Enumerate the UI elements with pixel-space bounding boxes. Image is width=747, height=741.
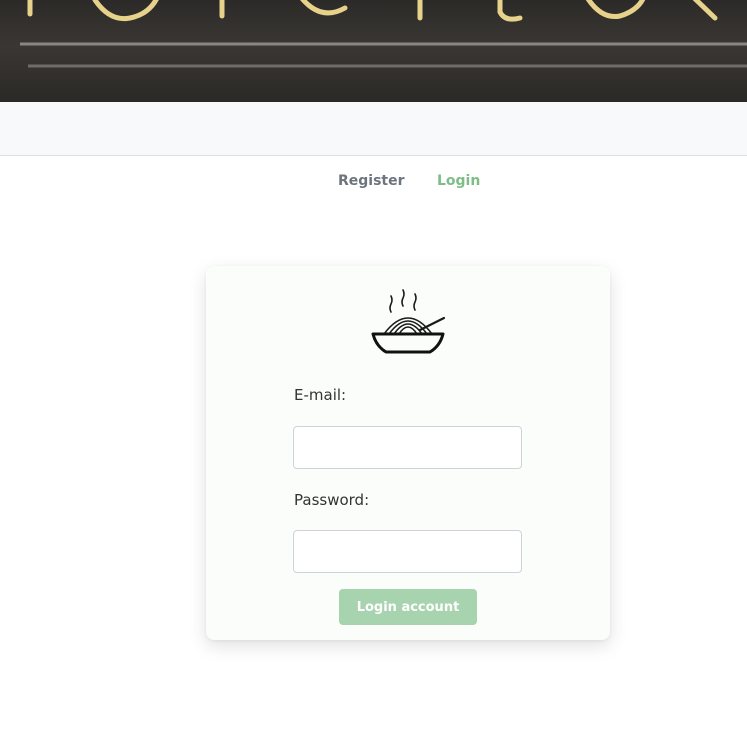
nav-register-link[interactable]: Register	[338, 173, 405, 189]
header-banner	[0, 0, 747, 102]
banner-artwork	[20, 0, 747, 68]
noodle-bowl-icon	[371, 289, 446, 354]
auth-nav: Register Login	[0, 173, 747, 193]
login-card: E-mail: Password: Login account	[206, 266, 610, 640]
password-label: Password:	[294, 491, 370, 509]
nav-login-link[interactable]: Login	[437, 173, 480, 189]
top-toolbar-bar	[0, 102, 747, 156]
password-field[interactable]	[293, 530, 522, 573]
email-field[interactable]	[293, 426, 522, 469]
login-account-button[interactable]: Login account	[339, 589, 477, 625]
email-label: E-mail:	[294, 386, 347, 404]
